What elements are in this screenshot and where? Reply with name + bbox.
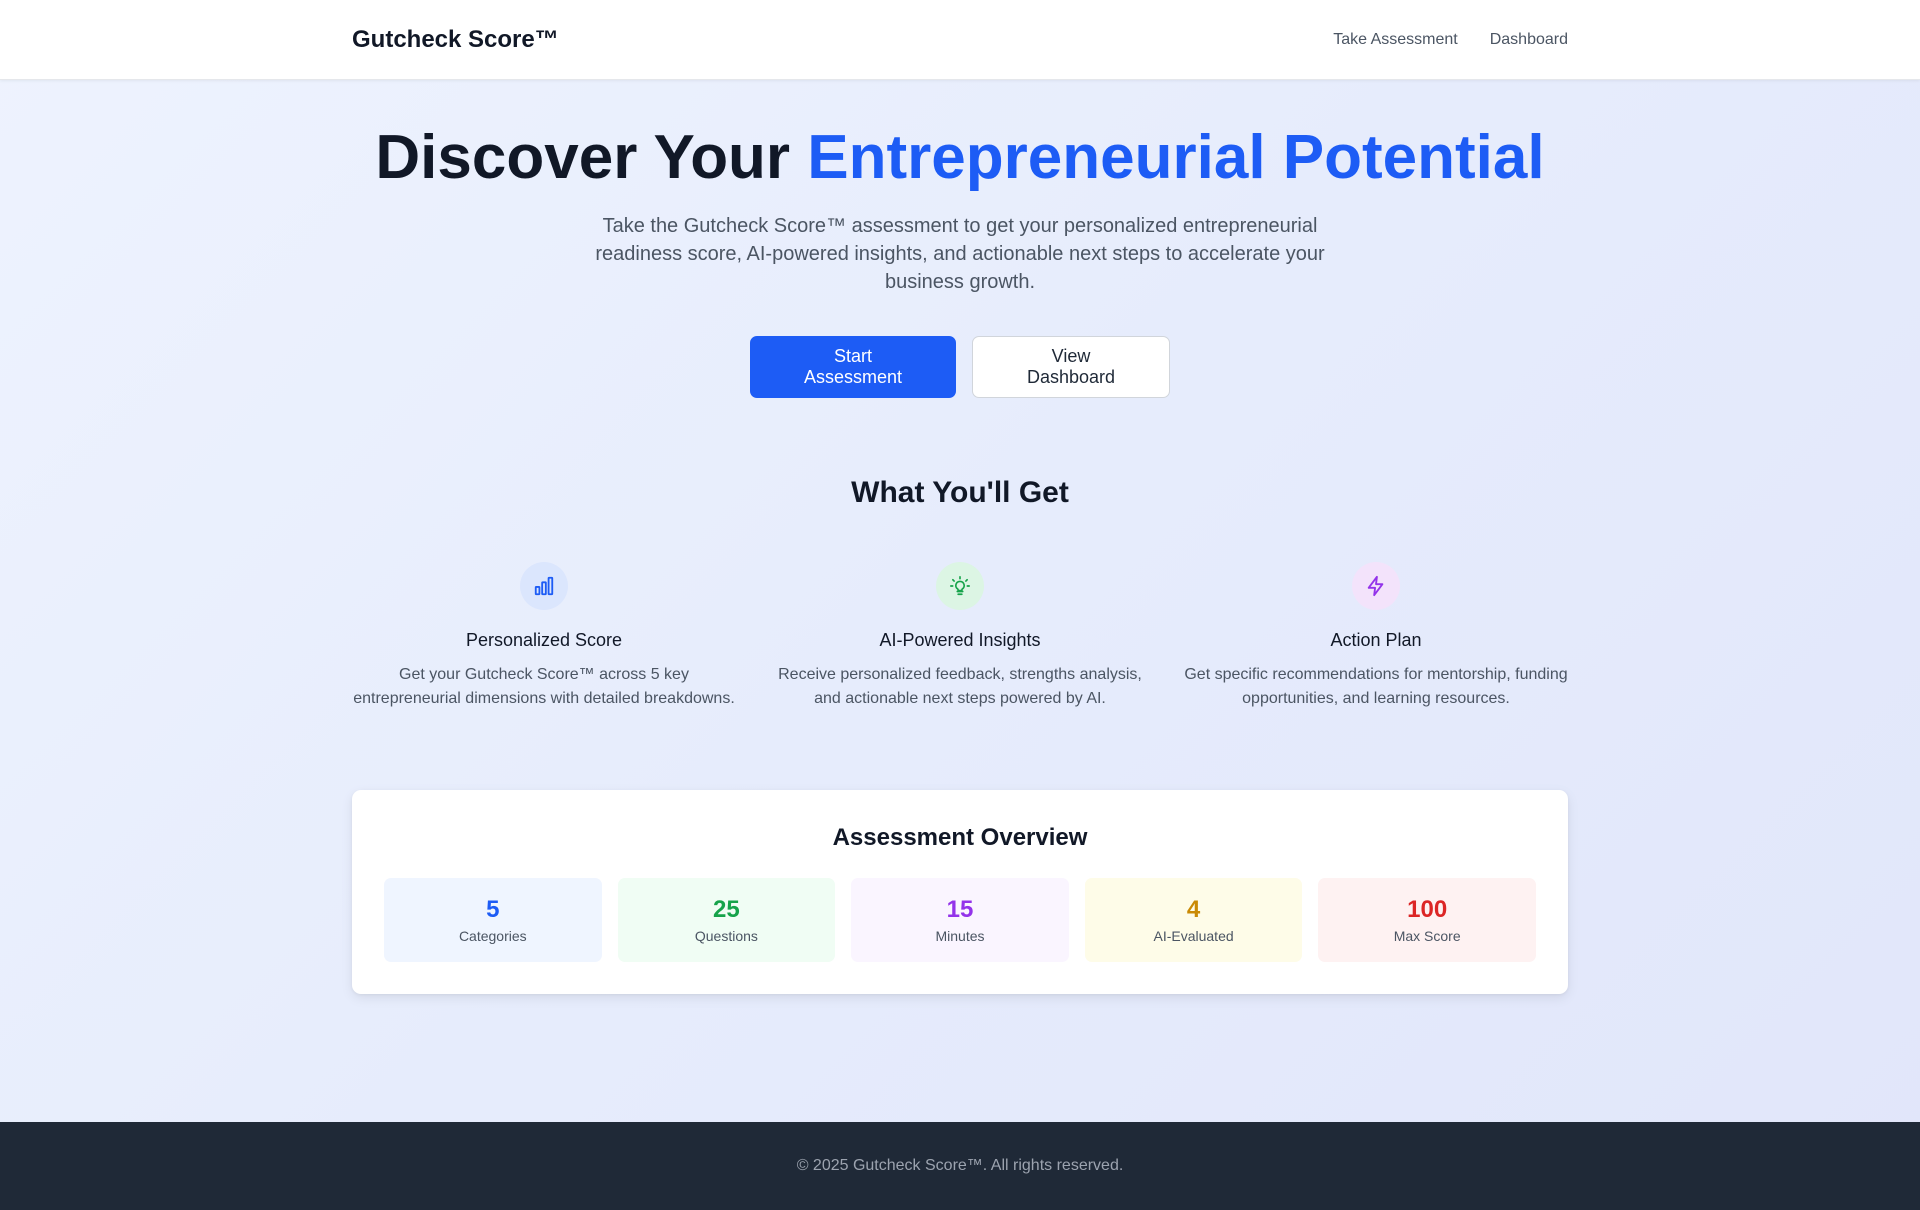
stat-label: Categories xyxy=(458,928,527,944)
top-navigation-bar: Gutcheck Score™ Take Assessment Dashboar… xyxy=(0,0,1920,80)
stat-label: Minutes xyxy=(935,928,985,944)
stat-value: 5 xyxy=(486,896,500,923)
features-section-title: What You'll Get xyxy=(851,476,1069,509)
hero-actions: Start Assessment View Dashboard xyxy=(0,336,1920,398)
stat-questions: 25 Questions xyxy=(617,878,836,962)
lightbulb-icon xyxy=(936,562,984,610)
stat-max-score: 100 Max Score xyxy=(1318,878,1536,962)
footer-copyright: © 2025 Gutcheck Score™. All rights reser… xyxy=(796,1157,1124,1174)
brand-logo[interactable]: Gutcheck Score™ xyxy=(352,26,559,54)
feature-card-insights: AI-Powered Insights Receive personalized… xyxy=(768,562,1152,711)
main-nav: Take Assessment Dashboard xyxy=(1333,31,1568,49)
page-footer: © 2025 Gutcheck Score™. All rights reser… xyxy=(0,1122,1920,1210)
navigation-container: Gutcheck Score™ Take Assessment Dashboar… xyxy=(352,0,1568,80)
feature-card-score: Personalized Score Get your Gutcheck Sco… xyxy=(352,562,736,711)
stat-label: Questions xyxy=(694,928,758,944)
stat-label: AI-Evaluated xyxy=(1153,928,1234,944)
hero-title-plain: Discover Your xyxy=(375,123,808,192)
feature-description: Get specific recommendations for mentors… xyxy=(1184,666,1568,707)
feature-title: AI-Powered Insights xyxy=(879,630,1041,650)
stat-value: 15 xyxy=(946,896,974,923)
stat-value: 4 xyxy=(1186,896,1201,923)
stat-minutes: 15 Minutes xyxy=(851,878,1069,962)
features-grid: Personalized Score Get your Gutcheck Sco… xyxy=(352,562,1568,711)
overview-stats: 5 Categories 25 Questions 15 Minutes 4 A… xyxy=(384,878,1536,962)
nav-dashboard-link[interactable]: Dashboard xyxy=(1490,31,1568,49)
start-assessment-button[interactable]: Start Assessment xyxy=(750,336,956,398)
feature-description: Receive personalized feedback, strengths… xyxy=(778,666,1142,707)
stat-categories: 5 Categories xyxy=(384,878,602,962)
lightning-icon xyxy=(1352,562,1400,610)
feature-title: Action Plan xyxy=(1330,630,1422,650)
feature-title: Personalized Score xyxy=(465,630,623,650)
stat-ai-evaluated: 4 AI-Evaluated xyxy=(1084,878,1303,962)
hero-title: Discover Your Entrepreneurial Potential xyxy=(0,118,1920,198)
hero-title-accent: Entrepreneurial Potential xyxy=(807,123,1545,192)
assessment-overview-card: Assessment Overview 5 Categories 25 Ques… xyxy=(352,790,1568,994)
feature-description: Get your Gutcheck Score™ across 5 key en… xyxy=(353,666,735,707)
nav-take-assessment-link[interactable]: Take Assessment xyxy=(1333,31,1458,49)
stat-value: 100 xyxy=(1407,896,1448,923)
stat-value: 25 xyxy=(713,896,740,923)
view-dashboard-button[interactable]: View Dashboard xyxy=(972,336,1170,398)
hero-subtitle: Take the Gutcheck Score™ assessment to g… xyxy=(595,215,1325,293)
feature-card-action-plan: Action Plan Get specific recommendations… xyxy=(1184,562,1568,711)
overview-title: Assessment Overview xyxy=(832,824,1088,851)
bar-chart-icon xyxy=(520,562,568,610)
stat-label: Max Score xyxy=(1393,928,1461,944)
